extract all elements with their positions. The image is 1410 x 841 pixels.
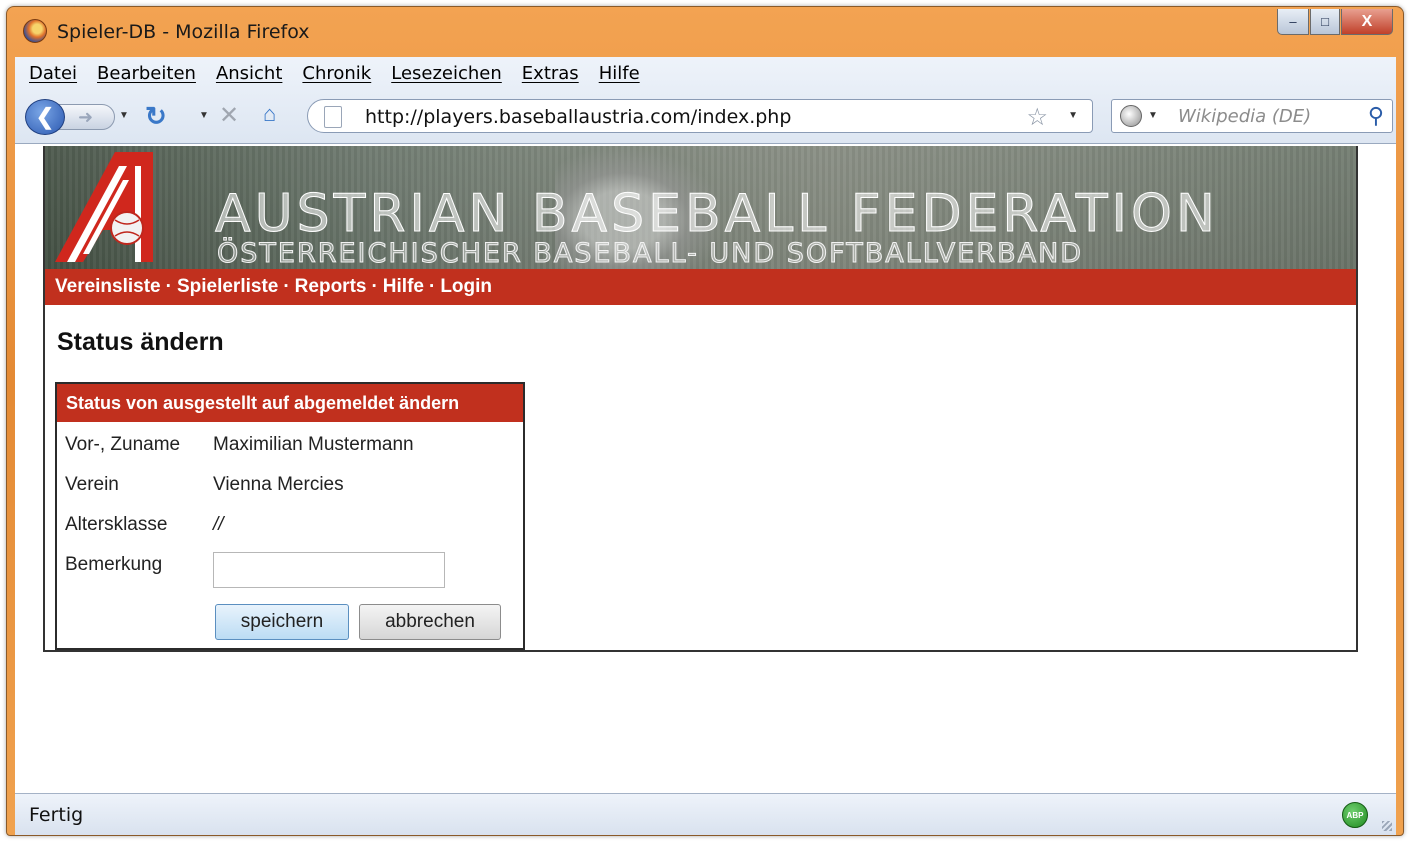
bookmark-star-icon[interactable]: ☆ bbox=[1026, 103, 1048, 132]
federation-logo-icon bbox=[55, 152, 153, 262]
back-button[interactable]: ❮ bbox=[25, 99, 65, 135]
reload-icon[interactable]: ↻ bbox=[145, 101, 167, 132]
page-title: Status ändern bbox=[57, 328, 224, 356]
nav-login[interactable]: Login bbox=[440, 276, 492, 298]
browser-window: Spieler-DB - Mozilla Firefox – □ X Datei… bbox=[6, 6, 1404, 836]
close-button[interactable]: X bbox=[1341, 9, 1393, 35]
nav-reports[interactable]: Reports bbox=[295, 276, 367, 298]
menu-chronik[interactable]: Chronik bbox=[302, 63, 371, 84]
menu-datei[interactable]: Datei bbox=[29, 63, 77, 84]
search-icon[interactable]: ⚲ bbox=[1368, 103, 1384, 129]
nav-hilfe[interactable]: Hilfe bbox=[383, 276, 424, 298]
url-bar[interactable]: http://players.baseballaustria.com/index… bbox=[307, 99, 1093, 133]
value-age-class: // bbox=[213, 514, 224, 535]
reload-dropdown-icon[interactable]: ▼ bbox=[199, 110, 209, 121]
nav-separator: · bbox=[165, 276, 172, 297]
value-name: Maximilian Mustermann bbox=[213, 434, 414, 455]
menu-ansicht[interactable]: Ansicht bbox=[216, 63, 282, 84]
minimize-button[interactable]: – bbox=[1277, 9, 1309, 35]
navigation-toolbar: ➜ ❮ ▼ ↻ ▼ ✕ ⌂ http://players.baseballaus… bbox=[15, 95, 1396, 139]
banner-subtitle: ÖSTERREICHISCHER BASEBALL- UND SOFTBALLV… bbox=[216, 238, 1084, 270]
stop-icon[interactable]: ✕ bbox=[219, 101, 239, 130]
status-text: Fertig bbox=[29, 804, 84, 826]
value-club: Vienna Mercies bbox=[213, 474, 344, 495]
forward-button[interactable]: ➜ bbox=[59, 104, 115, 130]
form-header: Status von ausgestellt auf abgemeldet än… bbox=[57, 384, 523, 422]
nav-separator: · bbox=[428, 276, 436, 297]
remark-input[interactable] bbox=[213, 552, 445, 588]
history-dropdown-icon[interactable]: ▼ bbox=[119, 110, 129, 121]
maximize-button[interactable]: □ bbox=[1310, 9, 1340, 35]
firefox-logo-icon bbox=[23, 19, 47, 43]
url-text[interactable]: http://players.baseballaustria.com/index… bbox=[365, 106, 791, 128]
window-title: Spieler-DB - Mozilla Firefox bbox=[57, 21, 310, 43]
menu-bar: Datei Bearbeiten Ansicht Chronik Lesezei… bbox=[29, 63, 640, 84]
cancel-button[interactable]: abbrechen bbox=[359, 604, 501, 640]
search-input[interactable]: Wikipedia (DE) bbox=[1178, 106, 1311, 127]
banner-title: AUSTRIAN BASEBALL FEDERATION bbox=[215, 184, 1219, 245]
home-icon[interactable]: ⌂ bbox=[263, 101, 276, 127]
label-age-class: Altersklasse bbox=[65, 514, 168, 535]
nav-separator: · bbox=[283, 276, 290, 297]
label-remark: Bemerkung bbox=[65, 554, 163, 575]
wikipedia-engine-icon[interactable] bbox=[1120, 105, 1142, 127]
status-bar: Fertig ABP bbox=[15, 793, 1396, 835]
resize-grip[interactable] bbox=[1382, 821, 1392, 831]
adblock-plus-icon[interactable]: ABP bbox=[1342, 802, 1368, 828]
site-navigation: Vereinsliste · Spielerliste · Reports · … bbox=[45, 269, 1356, 305]
site-container: AUSTRIAN BASEBALL FEDERATION ÖSTERREICHI… bbox=[43, 146, 1358, 652]
window-controls: – □ X bbox=[1277, 9, 1393, 35]
status-change-form: Status von ausgestellt auf abgemeldet än… bbox=[55, 382, 525, 650]
save-button[interactable]: speichern bbox=[215, 604, 349, 640]
engine-dropdown-icon[interactable]: ▼ bbox=[1148, 110, 1158, 121]
nav-separator: · bbox=[371, 276, 378, 297]
nav-vereinsliste[interactable]: Vereinsliste bbox=[55, 276, 161, 298]
menu-bearbeiten[interactable]: Bearbeiten bbox=[97, 63, 196, 84]
menu-extras[interactable]: Extras bbox=[522, 63, 579, 84]
page-viewport: AUSTRIAN BASEBALL FEDERATION ÖSTERREICHI… bbox=[15, 143, 1396, 793]
menu-lesezeichen[interactable]: Lesezeichen bbox=[391, 63, 502, 84]
url-dropdown-icon[interactable]: ▼ bbox=[1068, 110, 1078, 121]
site-banner: AUSTRIAN BASEBALL FEDERATION ÖSTERREICHI… bbox=[45, 146, 1356, 269]
browser-chrome: Datei Bearbeiten Ansicht Chronik Lesezei… bbox=[15, 57, 1396, 143]
label-name: Vor-, Zuname bbox=[65, 434, 181, 455]
forward-icon: ➜ bbox=[78, 106, 94, 127]
page-icon bbox=[324, 106, 342, 128]
search-bar[interactable]: ▼ Wikipedia (DE) ⚲ bbox=[1111, 99, 1393, 133]
back-icon: ❮ bbox=[35, 104, 55, 129]
label-club: Verein bbox=[65, 474, 119, 495]
title-bar: Spieler-DB - Mozilla Firefox – □ X bbox=[7, 7, 1403, 53]
menu-hilfe[interactable]: Hilfe bbox=[599, 63, 640, 84]
nav-spielerliste[interactable]: Spielerliste bbox=[177, 276, 278, 298]
